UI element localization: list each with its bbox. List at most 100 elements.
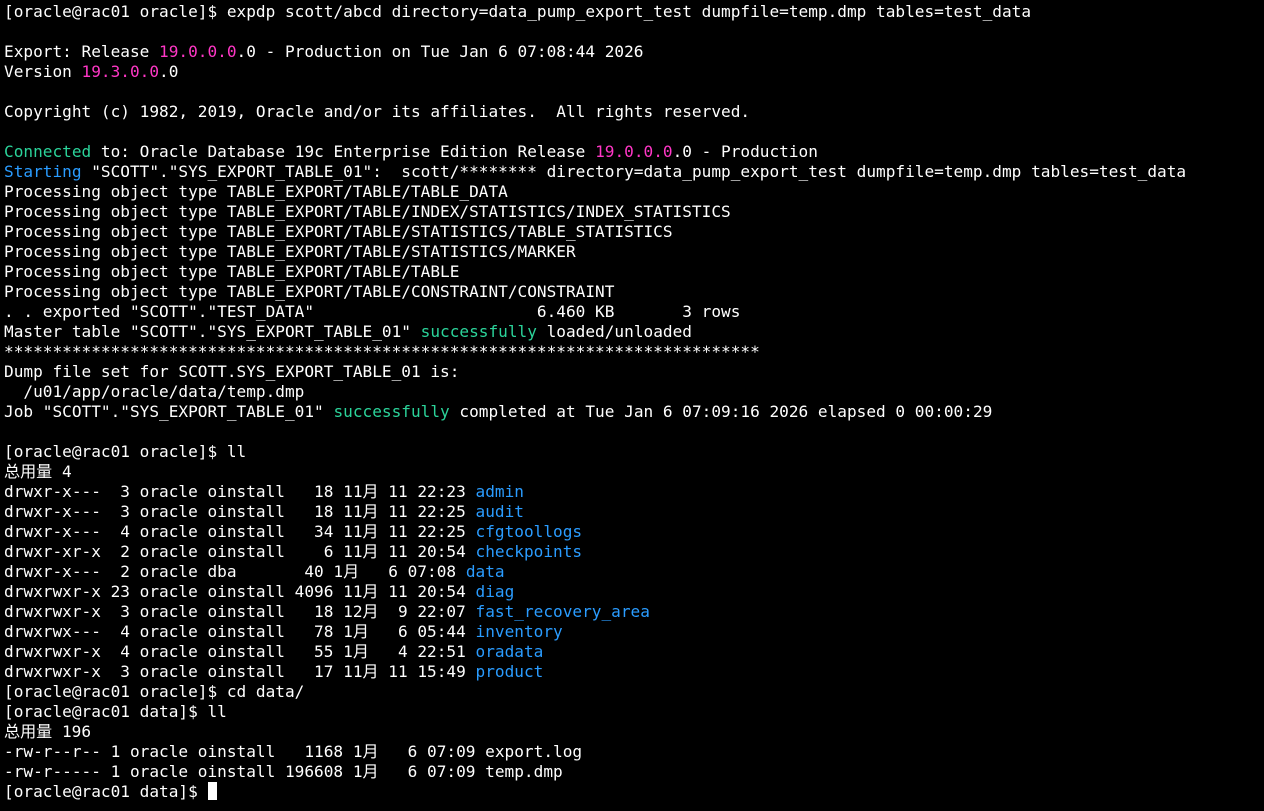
terminal-text-segment: Master table "SCOTT"."SYS_EXPORT_TABLE_0… bbox=[4, 322, 421, 341]
terminal-text-segment: Processing object type TABLE_EXPORT/TABL… bbox=[4, 282, 615, 301]
terminal-text-segment: audit bbox=[475, 502, 524, 521]
terminal-text-segment: [oracle@rac01 data]$ bbox=[4, 782, 208, 801]
terminal-line: Export: Release 19.0.0.0.0 - Production … bbox=[4, 42, 1262, 62]
terminal-text-segment: Processing object type TABLE_EXPORT/TABL… bbox=[4, 242, 576, 261]
terminal-line: [oracle@rac01 oracle]$ ll bbox=[4, 442, 1262, 462]
terminal-text-segment: . . exported "SCOTT"."TEST_DATA" 6.460 K… bbox=[4, 302, 741, 321]
terminal-text-segment: Copyright (c) 1982, 2019, Oracle and/or … bbox=[4, 102, 751, 121]
terminal-line: Connected to: Oracle Database 19c Enterp… bbox=[4, 142, 1262, 162]
terminal-text-segment: drwxr-x--- 4 oracle oinstall 34 11月 11 2… bbox=[4, 522, 476, 541]
terminal-text-segment: fast_recovery_area bbox=[475, 602, 650, 621]
terminal-line: 总用量 4 bbox=[4, 462, 1262, 482]
terminal-text-segment: successfully bbox=[333, 402, 450, 421]
terminal-text-segment: 总用量 4 bbox=[4, 462, 72, 481]
terminal-line: /u01/app/oracle/data/temp.dmp bbox=[4, 382, 1262, 402]
terminal-text-segment: Version bbox=[4, 62, 82, 81]
terminal-line: -rw-r--r-- 1 oracle oinstall 1168 1月 6 0… bbox=[4, 742, 1262, 762]
terminal-text-segment: drwxr-x--- 2 oracle dba 40 1月 6 07:08 bbox=[4, 562, 466, 581]
terminal-text-segment: Processing object type TABLE_EXPORT/TABL… bbox=[4, 202, 731, 221]
terminal-text-segment: successfully bbox=[420, 322, 537, 341]
terminal-line: Dump file set for SCOTT.SYS_EXPORT_TABLE… bbox=[4, 362, 1262, 382]
terminal-text-segment: 19.3.0.0 bbox=[81, 62, 160, 81]
terminal-text-segment: Starting bbox=[4, 162, 82, 181]
terminal-text-segment: drwxr-x--- 3 oracle oinstall 18 11月 11 2… bbox=[4, 482, 476, 501]
terminal-line: drwxrwxr-x 3 oracle oinstall 17 11月 11 1… bbox=[4, 662, 1262, 682]
terminal-text-segment: drwxrwxr-x 4 oracle oinstall 55 1月 4 22:… bbox=[4, 642, 476, 661]
terminal-line: . . exported "SCOTT"."TEST_DATA" 6.460 K… bbox=[4, 302, 1262, 322]
terminal-text-segment: Processing object type TABLE_EXPORT/TABL… bbox=[4, 262, 460, 281]
terminal-text-segment: 19.0.0.0 bbox=[159, 42, 237, 61]
terminal-text-segment: cfgtoollogs bbox=[475, 522, 583, 541]
terminal-line: drwxrwxr-x 23 oracle oinstall 4096 11月 1… bbox=[4, 582, 1262, 602]
terminal-text-segment: admin bbox=[475, 482, 524, 501]
terminal-text-segment: /u01/app/oracle/data/temp.dmp bbox=[4, 382, 305, 401]
terminal-text-segment: [oracle@rac01 oracle]$ ll bbox=[4, 442, 247, 461]
terminal-output[interactable]: [oracle@rac01 oracle]$ expdp scott/abcd … bbox=[4, 2, 1262, 809]
terminal-line: drwxr-x--- 2 oracle dba 40 1月 6 07:08 da… bbox=[4, 562, 1262, 582]
terminal-text-segment: .0 bbox=[159, 62, 179, 81]
terminal-text-segment: oradata bbox=[475, 642, 544, 661]
terminal-line: drwxrwxr-x 3 oracle oinstall 18 12月 9 22… bbox=[4, 602, 1262, 622]
terminal-line: Master table "SCOTT"."SYS_EXPORT_TABLE_0… bbox=[4, 322, 1262, 342]
terminal-text-segment: Export: Release bbox=[4, 42, 160, 61]
terminal-line: [oracle@rac01 oracle]$ expdp scott/abcd … bbox=[4, 2, 1262, 22]
terminal-text-segment: to: Oracle Database 19c Enterprise Editi… bbox=[91, 142, 596, 161]
terminal-line: drwxr-x--- 3 oracle oinstall 18 11月 11 2… bbox=[4, 482, 1262, 502]
terminal-line: [oracle@rac01 oracle]$ cd data/ bbox=[4, 682, 1262, 702]
terminal-text-segment: .0 - Production on Tue Jan 6 07:08:44 20… bbox=[236, 42, 644, 61]
terminal-text-segment: product bbox=[475, 662, 544, 681]
terminal-text-segment: 19.0.0.0 bbox=[595, 142, 673, 161]
terminal-text-segment: drwxrwx--- 4 oracle oinstall 78 1月 6 05:… bbox=[4, 622, 476, 641]
terminal-line: drwxr-x--- 3 oracle oinstall 18 11月 11 2… bbox=[4, 502, 1262, 522]
terminal-text-segment: 总用量 196 bbox=[4, 722, 92, 741]
terminal-text-segment: drwxr-xr-x 2 oracle oinstall 6 11月 11 20… bbox=[4, 542, 476, 561]
terminal-text-segment: "SCOTT"."SYS_EXPORT_TABLE_01": scott/***… bbox=[81, 162, 1187, 181]
terminal-text-segment: -rw-r----- 1 oracle oinstall 196608 1月 6… bbox=[4, 762, 563, 781]
terminal-line: [oracle@rac01 data]$ ll bbox=[4, 702, 1262, 722]
terminal-text-segment: checkpoints bbox=[475, 542, 583, 561]
terminal-text-segment: inventory bbox=[475, 622, 563, 641]
terminal-text-segment: Connected bbox=[4, 142, 92, 161]
terminal-line: Copyright (c) 1982, 2019, Oracle and/or … bbox=[4, 102, 1262, 122]
terminal-text-segment: .0 - Production bbox=[672, 142, 818, 161]
terminal-text-segment: drwxrwxr-x 23 oracle oinstall 4096 11月 1… bbox=[4, 582, 476, 601]
terminal-text-segment: Job "SCOTT"."SYS_EXPORT_TABLE_01" bbox=[4, 402, 334, 421]
terminal-cursor bbox=[208, 782, 218, 800]
terminal-text-segment: completed at Tue Jan 6 07:09:16 2026 ela… bbox=[449, 402, 993, 421]
terminal-line: [oracle@rac01 data]$ bbox=[4, 782, 1262, 802]
terminal-line: Processing object type TABLE_EXPORT/TABL… bbox=[4, 282, 1262, 302]
terminal-text-segment: drwxrwxr-x 3 oracle oinstall 18 12月 9 22… bbox=[4, 602, 476, 621]
terminal-text-segment: Processing object type TABLE_EXPORT/TABL… bbox=[4, 182, 508, 201]
terminal-text-segment: -rw-r--r-- 1 oracle oinstall 1168 1月 6 0… bbox=[4, 742, 583, 761]
terminal-text-segment: Processing object type TABLE_EXPORT/TABL… bbox=[4, 222, 673, 241]
terminal-line: drwxr-xr-x 2 oracle oinstall 6 11月 11 20… bbox=[4, 542, 1262, 562]
terminal-text-segment: drwxrwxr-x 3 oracle oinstall 17 11月 11 1… bbox=[4, 662, 476, 681]
terminal-line: drwxr-x--- 4 oracle oinstall 34 11月 11 2… bbox=[4, 522, 1262, 542]
terminal-text-segment: [oracle@rac01 oracle]$ cd data/ bbox=[4, 682, 305, 701]
terminal-text-segment: [oracle@rac01 data]$ ll bbox=[4, 702, 227, 721]
terminal-line: Starting "SCOTT"."SYS_EXPORT_TABLE_01": … bbox=[4, 162, 1262, 182]
terminal-line: Processing object type TABLE_EXPORT/TABL… bbox=[4, 262, 1262, 282]
terminal-line: -rw-r----- 1 oracle oinstall 196608 1月 6… bbox=[4, 762, 1262, 782]
terminal-text-segment: loaded/unloaded bbox=[536, 322, 692, 341]
terminal-line: Processing object type TABLE_EXPORT/TABL… bbox=[4, 242, 1262, 262]
terminal-line: Processing object type TABLE_EXPORT/TABL… bbox=[4, 202, 1262, 222]
terminal-text-segment: drwxr-x--- 3 oracle oinstall 18 11月 11 2… bbox=[4, 502, 476, 521]
terminal-line: 总用量 196 bbox=[4, 722, 1262, 742]
terminal-line: Processing object type TABLE_EXPORT/TABL… bbox=[4, 222, 1262, 242]
terminal-text-segment: ****************************************… bbox=[4, 342, 760, 361]
terminal-line: drwxrwxr-x 4 oracle oinstall 55 1月 4 22:… bbox=[4, 642, 1262, 662]
terminal-line: ****************************************… bbox=[4, 342, 1262, 362]
terminal-line: drwxrwx--- 4 oracle oinstall 78 1月 6 05:… bbox=[4, 622, 1262, 642]
terminal-text-segment: [oracle@rac01 oracle]$ expdp scott/abcd … bbox=[4, 2, 1032, 21]
terminal-line: Processing object type TABLE_EXPORT/TABL… bbox=[4, 182, 1262, 202]
terminal-line: Version 19.3.0.0.0 bbox=[4, 62, 1262, 82]
terminal-text-segment: Dump file set for SCOTT.SYS_EXPORT_TABLE… bbox=[4, 362, 460, 381]
terminal-line: Job "SCOTT"."SYS_EXPORT_TABLE_01" succes… bbox=[4, 402, 1262, 422]
terminal-text-segment: diag bbox=[475, 582, 515, 601]
terminal-text-segment: data bbox=[465, 562, 505, 581]
